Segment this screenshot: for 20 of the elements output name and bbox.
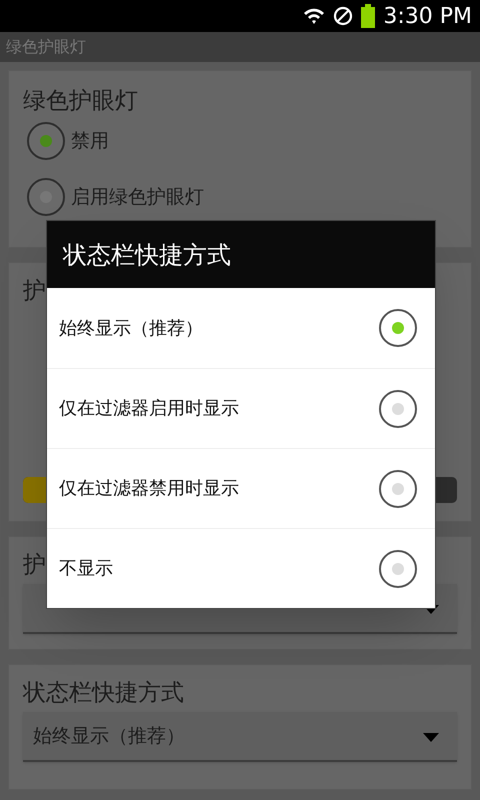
radio-button[interactable] (379, 309, 417, 347)
dialog-option[interactable]: 不显示 (47, 528, 435, 608)
dialog-option[interactable]: 仅在过滤器启用时显示 (47, 368, 435, 448)
clock: 3:30 PM (383, 2, 472, 30)
section-title: 护 (23, 551, 46, 580)
radio-button[interactable] (379, 470, 417, 508)
dialog-option[interactable]: 始终显示（推荐） (47, 288, 435, 368)
app-title: 绿色护眼灯 (6, 36, 86, 58)
dialog-title: 状态栏快捷方式 (63, 240, 231, 270)
section-title: 状态栏快捷方式 (23, 679, 184, 708)
dropdown-arrow-icon (423, 732, 439, 742)
radio-button[interactable] (27, 122, 65, 160)
radio-button[interactable] (27, 178, 65, 216)
battery-icon (361, 4, 376, 28)
section-title: 护 (23, 277, 46, 306)
dialog-option[interactable]: 仅在过滤器禁用时显示 (47, 448, 435, 528)
section-title: 绿色护眼灯 (23, 87, 138, 116)
radio-button[interactable] (379, 390, 417, 428)
blocked-icon (333, 6, 354, 26)
radio-button[interactable] (379, 550, 417, 588)
